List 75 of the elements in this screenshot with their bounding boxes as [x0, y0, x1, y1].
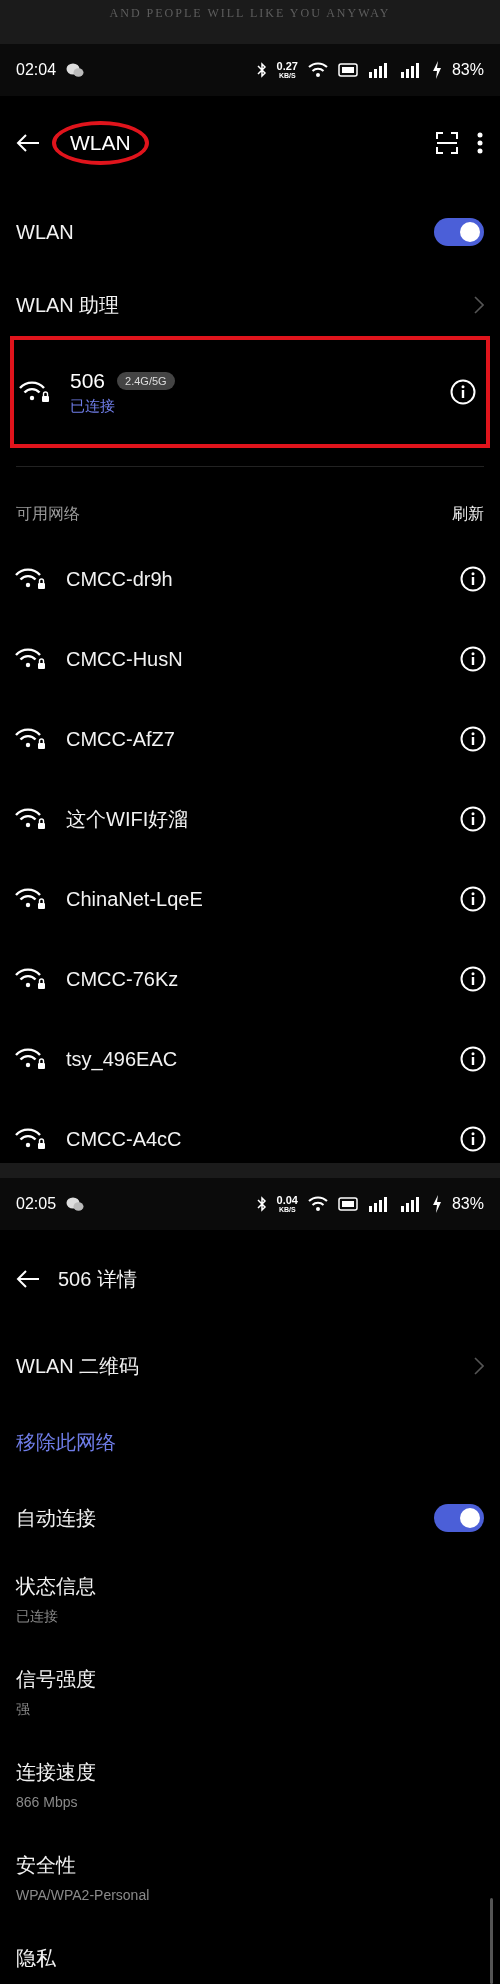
cellular-signal-icon	[399, 62, 422, 78]
qr-code-label[interactable]: WLAN 二维码	[16, 1352, 474, 1380]
detail-label: 隐私	[16, 1946, 57, 1971]
network-item[interactable]: ChinaNet-LqeE	[0, 859, 500, 939]
network-name: 506	[70, 368, 106, 393]
info-button[interactable]	[450, 379, 476, 405]
more-button[interactable]	[476, 132, 484, 154]
auto-connect-label: 自动连接	[16, 1505, 97, 1531]
wifi-lock-icon	[14, 567, 46, 591]
wifi-lock-icon	[14, 1047, 46, 1071]
network-item[interactable]: CMCC-A4cC	[0, 1099, 500, 1163]
network-item[interactable]: CMCC-dr9h	[0, 539, 500, 619]
charging-icon	[431, 61, 442, 79]
wifi-icon	[307, 62, 328, 78]
info-button[interactable]	[460, 566, 486, 592]
network-item[interactable]: CMCC-76Kz	[0, 939, 500, 1019]
info-button[interactable]	[460, 806, 486, 832]
auto-connect-switch[interactable]	[434, 1504, 484, 1532]
connection-status: 已连接	[70, 396, 116, 416]
battery-level: 83%	[451, 1195, 484, 1213]
banner-text: AND PEOPLE WILL LIKE YOU ANYWAY	[109, 6, 391, 21]
page-title: WLAN	[52, 121, 149, 165]
status-time: 02:04	[16, 61, 57, 79]
network-item[interactable]: CMCC-HusN	[0, 619, 500, 699]
back-button[interactable]	[16, 133, 40, 153]
wifi-lock-icon	[18, 380, 50, 404]
wlan-label: WLAN	[16, 220, 75, 244]
back-button[interactable]	[16, 1269, 40, 1289]
detail-label: 安全性	[16, 1853, 77, 1878]
info-button[interactable]	[460, 966, 486, 992]
info-button[interactable]	[460, 726, 486, 752]
detail-value: 866 Mbps	[16, 1794, 79, 1810]
detail-label: 状态信息	[16, 1574, 97, 1599]
status-time: 02:05	[16, 1195, 57, 1213]
info-button[interactable]	[460, 646, 486, 672]
wlan-switch[interactable]	[434, 218, 484, 246]
wifi-icon	[307, 1196, 328, 1212]
charging-icon	[431, 1195, 442, 1213]
connected-network[interactable]: 506 2.4G/5G 已连接	[10, 336, 490, 448]
wifi-lock-icon	[14, 887, 46, 911]
page-title: 506 详情	[58, 1266, 138, 1292]
detail-label: 信号强度	[16, 1667, 97, 1692]
wifi-lock-icon	[14, 647, 46, 671]
network-item[interactable]: 这个WIFI好溜	[0, 779, 500, 859]
info-button[interactable]	[460, 886, 486, 912]
info-button[interactable]	[460, 1046, 486, 1072]
section-title: 可用网络	[16, 503, 81, 524]
refresh-button[interactable]: 刷新	[452, 503, 484, 525]
network-item[interactable]: tsy_496EAC	[0, 1019, 500, 1099]
cellular-signal-icon	[399, 1196, 422, 1212]
assistant-label[interactable]: WLAN 助理	[16, 291, 474, 319]
detail-value: WPA/WPA2-Personal	[16, 1887, 151, 1903]
scan-button[interactable]	[436, 132, 458, 154]
hd-icon	[337, 1197, 358, 1211]
info-button[interactable]	[460, 1126, 486, 1152]
wifi-lock-icon	[14, 727, 46, 751]
chevron-right-icon	[474, 1357, 484, 1375]
detail-value: 已连接	[16, 1608, 59, 1626]
network-item[interactable]: CMCC-AfZ7	[0, 699, 500, 779]
band-tag: 2.4G/5G	[117, 371, 175, 390]
bluetooth-icon	[256, 62, 267, 78]
detail-label: 连接速度	[16, 1760, 97, 1785]
battery-level: 83%	[451, 61, 484, 79]
chevron-right-icon	[474, 296, 484, 314]
chat-app-icon	[66, 62, 85, 78]
remove-network-link[interactable]: 移除此网络	[16, 1428, 484, 1456]
wifi-lock-icon	[14, 1127, 46, 1151]
cellular-signal-icon	[367, 1196, 390, 1212]
cellular-signal-icon	[367, 62, 390, 78]
chat-app-icon	[66, 1196, 85, 1212]
detail-value: 强	[16, 1701, 31, 1719]
wifi-lock-icon	[14, 967, 46, 991]
bluetooth-icon	[256, 1196, 267, 1212]
hd-icon	[337, 63, 358, 77]
wifi-lock-icon	[14, 807, 46, 831]
